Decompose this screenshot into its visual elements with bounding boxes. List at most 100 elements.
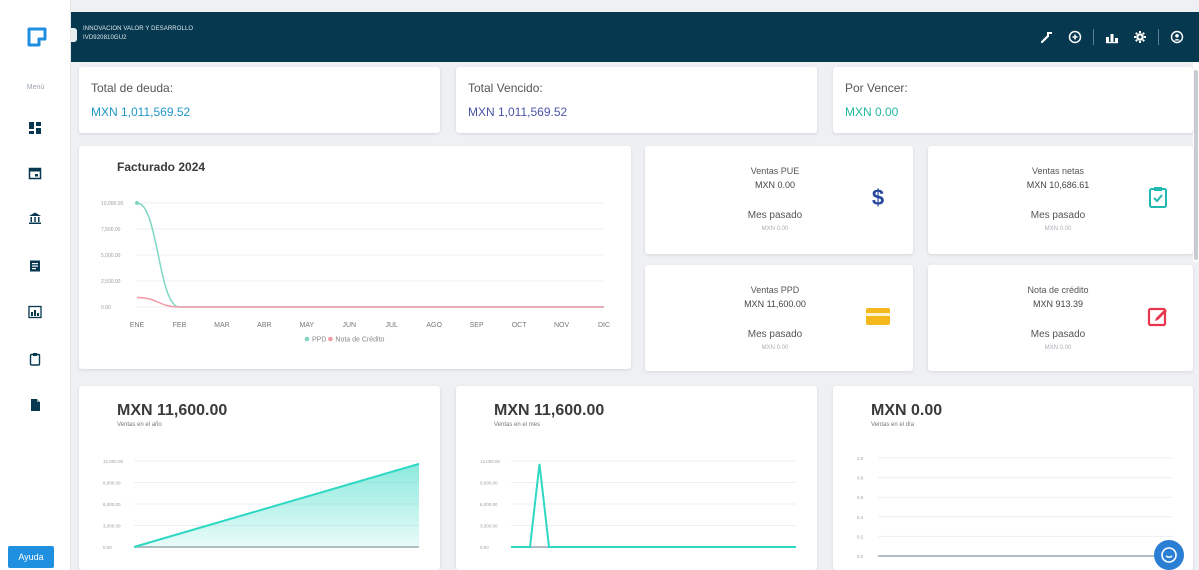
clipboard-check-icon — [1145, 184, 1171, 210]
y-tick-label: 12,000.00 — [103, 459, 124, 464]
top-header: INNOVACION VALOR Y DESARROLLO IVD920810G… — [71, 12, 1199, 62]
x-tick-label: OCT — [512, 322, 528, 329]
y-tick-label: 6,000.00 — [480, 502, 498, 507]
user-menu-button[interactable] — [1163, 26, 1191, 48]
y-tick-label: 6,000.00 — [103, 502, 121, 507]
sidebar-item-documents[interactable] — [25, 395, 45, 415]
invoice-icon — [30, 260, 40, 272]
x-tick-label: MAR — [214, 322, 230, 329]
sidebar-item-bank[interactable] — [25, 208, 45, 228]
bank-icon — [29, 212, 41, 224]
y-tick-label: 5,000.00 — [101, 253, 121, 259]
x-tick-label: JUL — [386, 322, 399, 329]
y-tick-label: 3,000.00 — [103, 524, 121, 529]
y-tick-label: 0.6 — [857, 495, 864, 500]
tools-icon — [1040, 32, 1052, 44]
sidebar-item-clipboard[interactable] — [25, 349, 45, 369]
stat-card-ventas-netas: Ventas netas MXN 10,686.61 Mes pasado MX… — [928, 146, 1193, 254]
document-icon — [31, 399, 40, 411]
series-line — [136, 296, 604, 308]
y-tick-label: 0.8 — [857, 476, 864, 481]
dashboard-icon — [29, 122, 41, 134]
total-deuda-value: MXN 1,011,569.52 — [91, 105, 191, 119]
x-tick-label: ENE — [130, 322, 145, 329]
total-vencido-label: Total Vencido: — [468, 81, 543, 95]
svg-text:$: $ — [872, 185, 884, 209]
data-point — [135, 201, 139, 205]
chat-support-button[interactable] — [1154, 540, 1184, 570]
total-vencido-value: MXN 1,011,569.52 — [468, 105, 568, 119]
report-icon — [28, 305, 42, 319]
sidebar-item-invoice[interactable] — [25, 256, 45, 276]
ventas-anio-area-chart: 0.00 3,000.00 6,000.00 9,000.00 12,000.00 — [103, 459, 420, 550]
chat-icon — [1161, 547, 1177, 563]
ventas-pue-title: Ventas PUE — [750, 166, 800, 176]
y-tick-label: 0.00 — [101, 305, 111, 311]
app-logo — [27, 27, 47, 47]
nota-credito-prev-label: Mes pasado — [1030, 329, 1086, 340]
gear-icon — [1134, 31, 1146, 43]
sidebar-collapse-handle[interactable] — [71, 28, 77, 42]
tools-button[interactable] — [1033, 26, 1061, 48]
legend-marker — [328, 336, 333, 342]
ventas-netas-prev-value: MXN 0.00 — [1044, 226, 1072, 232]
nota-credito-title: Nota de crédito — [1027, 285, 1089, 295]
legend-label: PPD — [312, 337, 326, 344]
total-deuda-label: Total de deuda: — [91, 81, 174, 95]
ventas-pue-prev-label: Mes pasado — [747, 210, 803, 221]
help-button[interactable]: Ayuda — [8, 546, 54, 568]
stat-card-ventas-ppd: Ventas PPD MXN 11,600.00 Mes pasado MXN … — [645, 265, 913, 371]
por-vencer-value: MXN 0.00 — [845, 105, 899, 119]
y-tick-label: 9,000.00 — [480, 481, 498, 486]
charts-button[interactable] — [1098, 26, 1126, 48]
y-tick-label: 0.0 — [857, 554, 864, 559]
x-tick-label: SEP — [470, 322, 484, 329]
stat-card-ventas-pue: Ventas PUE MXN 0.00 Mes pasado MXN 0.00 … — [645, 146, 913, 254]
stat-card-nota-credito: Nota de crédito MXN 913.39 Mes pasado MX… — [928, 265, 1193, 371]
x-tick-label: JUN — [342, 322, 356, 329]
nota-credito-prev-value: MXN 0.00 — [1044, 345, 1072, 351]
ventas-mes-card: MXN 11,600.00 Ventas en el mes 0.00 3,000… — [456, 386, 817, 570]
add-button[interactable] — [1061, 26, 1089, 48]
y-tick-label: 2,500.00 — [101, 279, 121, 285]
sidebar-item-reports[interactable] — [25, 302, 45, 322]
sidebar: Menú Ayuda — [0, 0, 71, 570]
y-tick-label: 7,500.00 — [101, 227, 121, 233]
y-tick-label: 0.2 — [857, 534, 864, 539]
ventas-dia-card: MXN 0.00 Ventas en el día 0.0 0.2 0.4 0.6 0.… — [833, 386, 1193, 570]
calendar-icon — [28, 167, 42, 180]
header-divider — [1158, 29, 1159, 45]
y-tick-label: 1.0 — [857, 456, 864, 461]
sidebar-item-calendar[interactable] — [25, 163, 45, 183]
summary-card-por-vencer: Por Vencer: MXN 0.00 — [833, 67, 1193, 133]
user-circle-icon — [1170, 30, 1184, 44]
facturado-line-chart: 0.00 2,500.00 5,000.00 7,500.00 10,000.00 ENE… — [101, 201, 610, 344]
x-tick-label: FEB — [173, 322, 187, 329]
ventas-mes-line-chart: 0.00 3,000.00 6,000.00 9,000.00 12,000.00 — [480, 459, 796, 550]
scrollbar-thumb[interactable] — [1194, 70, 1198, 260]
menu-label: Menú — [26, 84, 45, 91]
y-tick-label: 12,000.00 — [480, 459, 501, 464]
summary-card-total-vencido: Total Vencido: MXN 1,011,569.52 — [456, 67, 817, 133]
x-tick-label: MAY — [299, 322, 314, 329]
header-divider — [1093, 29, 1094, 45]
company-name: INNOVACION VALOR Y DESARROLLO — [83, 26, 194, 32]
legend-label: Nota de Crédito — [335, 337, 384, 344]
company-info: INNOVACION VALOR Y DESARROLLO IVD920810G… — [83, 25, 193, 43]
x-tick-label: DIC — [598, 322, 610, 329]
ventas-netas-title: Ventas netas — [1031, 166, 1085, 176]
y-tick-label: 0.00 — [103, 545, 112, 550]
summary-card-total-deuda: Total de deuda: MXN 1,011,569.52 — [79, 67, 440, 133]
y-tick-label: 9,000.00 — [103, 481, 121, 486]
x-tick-label: AGO — [426, 322, 442, 329]
sidebar-item-dashboard[interactable] — [25, 118, 45, 138]
add-circle-icon — [1068, 30, 1082, 44]
legend-marker — [304, 336, 310, 342]
y-tick-label: 0.00 — [480, 545, 489, 550]
company-rfc: IVD920810GU2 — [83, 35, 127, 41]
x-tick-label: NOV — [554, 322, 570, 329]
settings-button[interactable] — [1126, 26, 1154, 48]
clipboard-icon — [29, 353, 41, 366]
edit-icon — [1145, 303, 1171, 329]
y-tick-label: 3,000.00 — [480, 524, 498, 529]
